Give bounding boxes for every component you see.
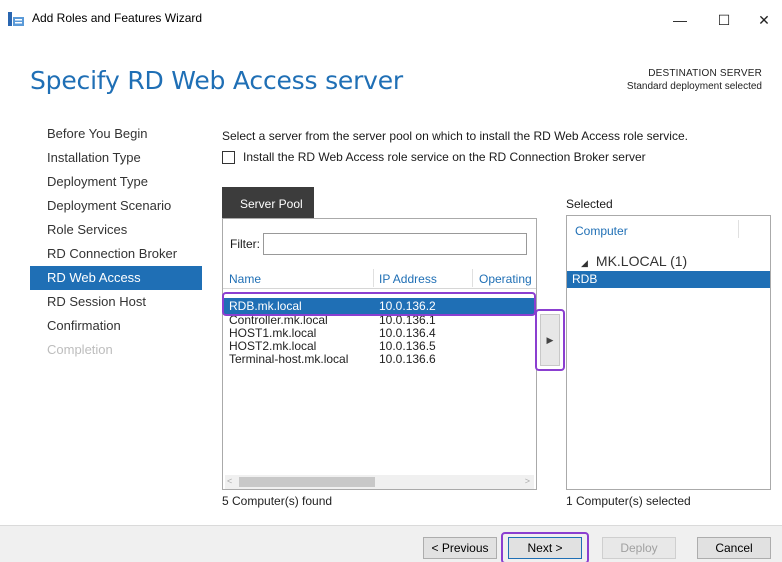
wizard-nav: Before You Begin Installation Type Deplo… — [30, 122, 202, 362]
install-on-broker-checkbox[interactable] — [222, 150, 235, 164]
minimize-button[interactable]: — — [658, 4, 702, 36]
table-row[interactable]: Terminal-host.mk.local 10.0.136.6 — [223, 353, 536, 366]
column-header-ip-address[interactable]: IP Address — [379, 272, 437, 286]
selected-count: 1 Computer(s) selected — [566, 494, 691, 508]
selected-row-highlight — [222, 292, 536, 316]
maximize-button[interactable]: ☐ — [702, 4, 746, 36]
filter-label: Filter: — [230, 237, 260, 251]
horizontal-scrollbar[interactable]: < > — [225, 475, 534, 489]
nav-item-deployment-scenario[interactable]: Deployment Scenario — [30, 194, 202, 218]
window-title: Add Roles and Features Wizard — [32, 11, 203, 25]
scroll-left-icon[interactable]: < — [227, 476, 232, 486]
column-divider[interactable] — [472, 269, 473, 287]
cancel-button[interactable]: Cancel — [697, 537, 771, 559]
tab-server-pool[interactable]: Server Pool — [222, 187, 314, 218]
column-divider[interactable] — [373, 269, 374, 287]
title-bar: Add Roles and Features Wizard — ☐ ✕ — [0, 0, 782, 40]
next-button-highlight — [501, 532, 589, 562]
nav-item-rd-web-access[interactable]: RD Web Access — [30, 266, 202, 290]
nav-item-before-you-begin[interactable]: Before You Begin — [30, 122, 202, 146]
server-pool-header: Name IP Address Operating — [223, 265, 536, 289]
nav-item-completion: Completion — [47, 342, 113, 357]
deploy-button: Deploy — [602, 537, 676, 559]
domain-group-label: MK.LOCAL (1) — [595, 253, 688, 269]
selected-label: Selected — [566, 197, 613, 211]
close-button[interactable]: ✕ — [746, 4, 782, 36]
server-pool-count: 5 Computer(s) found — [222, 494, 333, 508]
domain-group[interactable]: ◢ MK.LOCAL (1) — [581, 253, 687, 269]
list-item[interactable]: RDB — [567, 271, 770, 288]
install-on-broker-option[interactable]: Install the RD Web Access role service o… — [222, 150, 646, 164]
nav-item-deployment-type[interactable]: Deployment Type — [30, 170, 202, 194]
selected-servers-panel: Computer ◢ MK.LOCAL (1) RDB — [566, 215, 771, 490]
server-pool-panel: Filter: Name IP Address Operating RDB.mk… — [222, 218, 537, 490]
footer-bar: < Previous Next > Deploy Cancel — [0, 525, 782, 562]
nav-item-installation-type[interactable]: Installation Type — [30, 146, 202, 170]
scroll-right-icon[interactable]: > — [525, 476, 530, 486]
server-ip: 10.0.136.6 — [379, 352, 436, 366]
column-divider[interactable] — [738, 220, 739, 238]
destination-server-label: DESTINATION SERVER — [648, 68, 762, 79]
collapse-triangle-icon[interactable]: ◢ — [581, 258, 588, 268]
destination-server-value: Standard deployment selected — [626, 81, 762, 92]
nav-item-role-services[interactable]: Role Services — [30, 218, 202, 242]
instructions-text: Select a server from the server pool on … — [222, 129, 688, 143]
server-manager-icon — [8, 12, 24, 26]
scrollbar-thumb[interactable] — [239, 477, 375, 487]
nav-item-rd-session-host[interactable]: RD Session Host — [30, 290, 202, 314]
filter-input[interactable] — [263, 233, 527, 255]
column-header-name[interactable]: Name — [229, 272, 261, 286]
nav-item-rd-connection-broker[interactable]: RD Connection Broker — [30, 242, 202, 266]
column-header-operating-system[interactable]: Operating — [479, 272, 532, 286]
column-header-computer[interactable]: Computer — [575, 224, 628, 238]
server-name: Terminal-host.mk.local — [229, 352, 349, 366]
page-title: Specify RD Web Access server — [30, 66, 404, 95]
nav-item-confirmation[interactable]: Confirmation — [30, 314, 202, 338]
previous-button[interactable]: < Previous — [423, 537, 497, 559]
install-on-broker-label: Install the RD Web Access role service o… — [243, 150, 646, 164]
add-button-highlight — [535, 309, 565, 371]
